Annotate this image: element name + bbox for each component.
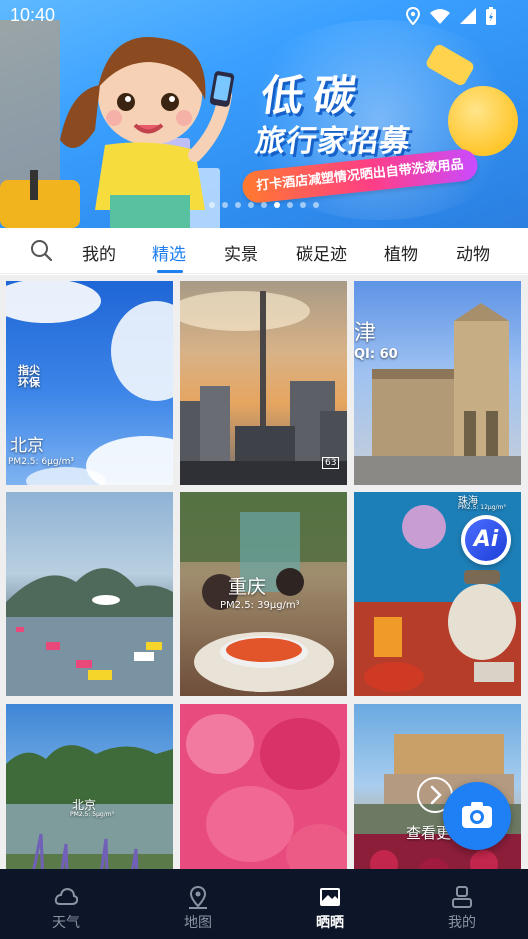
cloud-icon <box>54 887 78 905</box>
nav-weather[interactable]: 天气 <box>0 869 132 939</box>
city-label: 津 <box>354 321 377 346</box>
city-label: 北京 <box>10 436 44 456</box>
pagination-dot <box>313 202 319 208</box>
chimney-sunset-image <box>180 291 347 485</box>
pagination-dot <box>222 202 228 208</box>
historic-building-image <box>354 303 521 485</box>
nav-label: 我的 <box>448 915 476 931</box>
ai-label: Ai <box>465 519 507 561</box>
photo-tile[interactable] <box>180 704 347 869</box>
city-label: 重庆 <box>228 576 267 598</box>
tab-live-view[interactable]: 实景 <box>224 240 258 265</box>
bottom-navigation: 天气 地图 晒晒 我的 <box>0 869 528 939</box>
search-icon[interactable] <box>30 239 52 261</box>
pagination-dot <box>287 202 293 208</box>
signal-icon <box>460 8 476 24</box>
banner-subheadline: 旅行家招募 <box>253 124 413 159</box>
map-pin-icon <box>189 885 207 909</box>
pm-reading: PM2.5: 6μg/m³ <box>8 457 74 467</box>
nav-label: 晒晒 <box>316 915 344 931</box>
photo-tile[interactable]: 指尖 环保 北京 PM2.5: 6μg/m³ <box>6 281 173 485</box>
nav-map[interactable]: 地图 <box>132 869 264 939</box>
photo-grid: 指尖 环保 北京 PM2.5: 6μg/m³ 63 津 QI: 60 重庆 PM… <box>0 275 528 869</box>
photo-tile[interactable] <box>6 492 173 696</box>
tab-mine[interactable]: 我的 <box>82 240 116 265</box>
nav-label: 地图 <box>184 915 212 931</box>
nav-profile[interactable]: 我的 <box>396 869 528 939</box>
pagination-dot <box>209 202 215 208</box>
active-tab-indicator <box>157 270 183 273</box>
girl-illustration <box>0 20 235 228</box>
park-lake-image <box>6 745 173 869</box>
pagination-dot <box>300 202 306 208</box>
aqi-reading: QI: 60 <box>354 347 398 362</box>
pagination-dot <box>235 202 241 208</box>
lake-boats-image <box>6 568 173 696</box>
status-bar: 10:40 <box>0 0 528 32</box>
tab-carbon-footprint[interactable]: 碳足迹 <box>296 240 347 265</box>
photo-tile[interactable]: 63 <box>180 281 347 485</box>
ai-assistant-button[interactable]: Ai <box>461 515 511 565</box>
camera-button[interactable] <box>443 782 511 850</box>
photo-icon <box>320 888 340 906</box>
pagination-dot <box>261 202 267 208</box>
tab-animals[interactable]: 动物 <box>456 240 490 265</box>
azalea-flowers-image <box>180 704 347 869</box>
promo-banner[interactable]: 低碳 旅行家招募 打卡酒店减塑情况晒出自带洗漱用品 <box>0 0 528 228</box>
banner-pagination <box>0 202 528 208</box>
pm-reading: PM2.5: 5μg/m³ <box>70 811 114 818</box>
status-time: 10:40 <box>10 5 56 25</box>
category-tabs: 我的 精选 实景 碳足迹 植物 动物 <box>0 228 528 274</box>
pagination-dot <box>274 202 280 208</box>
wifi-icon <box>430 9 450 24</box>
nav-label: 天气 <box>52 915 80 931</box>
user-icon <box>452 886 472 908</box>
battery-icon <box>486 7 496 25</box>
location-icon <box>406 7 420 25</box>
nav-share[interactable]: 晒晒 <box>264 869 396 939</box>
pagination-dot <box>248 202 254 208</box>
sponge-illustration <box>448 86 518 156</box>
brand-watermark: 指尖 环保 <box>18 364 40 389</box>
tab-featured[interactable]: 精选 <box>152 240 186 265</box>
pm-reading: PM2.5: 12μg/m³ <box>458 504 506 511</box>
pm-reading: PM2.5: 39μg/m³ <box>220 600 300 611</box>
photo-tile[interactable]: 重庆 PM2.5: 39μg/m³ <box>180 492 347 696</box>
photo-tile[interactable]: 北京 PM2.5: 5μg/m³ <box>6 704 173 869</box>
banner-headline: 低碳 <box>258 71 370 120</box>
tab-plants[interactable]: 植物 <box>384 240 418 265</box>
aqi-stamp: 63 <box>322 457 340 469</box>
photo-tile[interactable]: 津 QI: 60 <box>354 281 521 485</box>
camera-icon <box>462 802 492 828</box>
